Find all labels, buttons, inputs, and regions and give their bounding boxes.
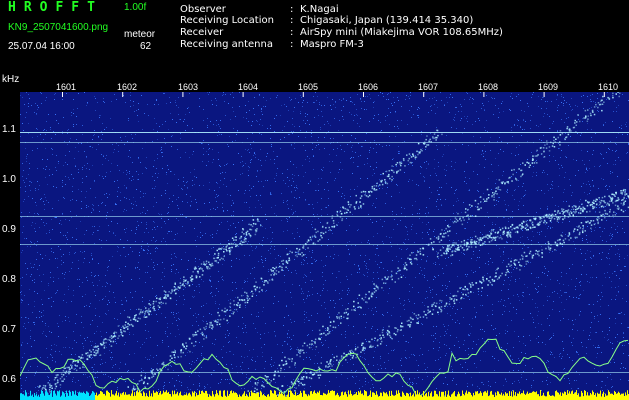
y-tick-label: 0.7 bbox=[2, 324, 16, 335]
meta-value-location: Chigasaki, Japan (139.414 35.340) bbox=[300, 15, 474, 26]
y-tick-label: 0.8 bbox=[2, 274, 16, 285]
carrier-line bbox=[20, 372, 629, 373]
x-tick-mark bbox=[543, 92, 545, 97]
x-tick-label: 1603 bbox=[178, 82, 199, 92]
x-tick-mark bbox=[122, 92, 124, 97]
meta-colon: : bbox=[290, 15, 294, 26]
header-panel: HROFFT 1.00f KN9_2507041600.png 25.07.04… bbox=[0, 0, 629, 74]
meta-colon: : bbox=[290, 39, 294, 50]
carrier-line bbox=[20, 142, 629, 143]
datetime-label: 25.07.04 16:00 bbox=[8, 41, 75, 52]
x-tick-label: 1605 bbox=[298, 82, 319, 92]
filename-label: KN9_2507041600.png bbox=[8, 22, 109, 33]
x-tick-label: 1610 bbox=[598, 82, 619, 92]
x-tick-mark bbox=[302, 92, 304, 97]
meta-value-antenna: Maspro FM-3 bbox=[300, 39, 364, 50]
x-tick-mark bbox=[363, 92, 364, 97]
x-tick-mark bbox=[483, 92, 485, 97]
x-tick-label: 1606 bbox=[358, 82, 379, 92]
meta-colon: : bbox=[290, 27, 294, 38]
y-tick-label: 0.9 bbox=[2, 224, 16, 235]
x-tick-label: 1604 bbox=[238, 82, 259, 92]
y-axis-unit: kHz bbox=[2, 74, 20, 85]
carrier-line bbox=[20, 132, 629, 133]
spectrogram-background bbox=[20, 92, 629, 400]
y-tick-label: 1.1 bbox=[2, 124, 16, 135]
meteor-label: meteor bbox=[124, 29, 156, 40]
x-tick-label: 1601 bbox=[56, 82, 77, 92]
meta-key-receiver: Receiver bbox=[180, 27, 224, 38]
meteor-count: 62 bbox=[140, 41, 152, 52]
version-label: 1.00f bbox=[124, 2, 147, 13]
y-tick-label: 0.6 bbox=[2, 374, 16, 385]
x-tick-mark bbox=[62, 92, 63, 97]
app-title: HROFFT bbox=[8, 0, 103, 15]
x-tick-label: 1609 bbox=[538, 82, 559, 92]
x-tick-mark bbox=[423, 92, 425, 97]
x-tick-mark bbox=[182, 92, 184, 97]
x-tick-label: 1602 bbox=[117, 82, 138, 92]
meta-key-antenna: Receiving antenna bbox=[180, 39, 273, 50]
x-tick-label: 1608 bbox=[478, 82, 499, 92]
x-tick-mark bbox=[603, 92, 605, 97]
x-tick-mark bbox=[242, 92, 244, 97]
y-tick-label: 1.0 bbox=[2, 174, 16, 185]
spectrogram-plot bbox=[20, 92, 629, 400]
carrier-line bbox=[20, 244, 629, 245]
carrier-line bbox=[20, 216, 629, 217]
x-tick-label: 1607 bbox=[418, 82, 439, 92]
meta-key-location: Receiving Location bbox=[180, 15, 274, 26]
meta-value-receiver: AirSpy mini (Miakejima VOR 108.65MHz) bbox=[300, 27, 503, 38]
